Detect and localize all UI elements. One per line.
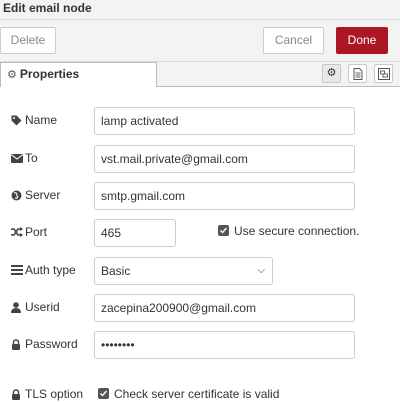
tray-toolbar: Delete Cancel Done [0, 20, 400, 62]
tab-properties-label: Properties [19, 67, 80, 81]
port-input[interactable]: 465 [94, 219, 176, 247]
globe-icon [11, 190, 24, 201]
tab-properties[interactable]: ⚙ Properties [0, 62, 157, 87]
appearance-tab-button[interactable] [374, 64, 393, 83]
to-input[interactable]: vst.mail.private@gmail.com [94, 145, 355, 173]
name-input[interactable]: lamp activated [94, 107, 355, 135]
object-group-icon [377, 67, 390, 80]
tag-icon [11, 115, 24, 126]
done-button[interactable]: Done [336, 27, 388, 54]
secure-connection-label: Use secure connection. [234, 224, 360, 238]
tls-option-label: TLS option [11, 387, 83, 401]
port-label: Port [11, 225, 47, 239]
checkmark-icon [220, 227, 228, 234]
checkmark-icon [100, 390, 108, 397]
to-label: To [11, 151, 38, 165]
chevron-down-icon: ⌵ [257, 265, 265, 276]
password-input[interactable]: •••••••• [94, 331, 355, 359]
lock-icon [11, 388, 24, 400]
user-icon [11, 301, 24, 313]
tab-bar: ⚙ Properties ⚙ [0, 62, 400, 87]
file-text-icon [353, 67, 362, 80]
password-label: Password [11, 337, 78, 351]
description-tab-button[interactable] [348, 64, 367, 83]
server-input[interactable]: smtp.gmail.com [94, 182, 355, 210]
tray-header: Edit email node [0, 0, 400, 20]
tls-verify-checkbox[interactable] [98, 388, 109, 399]
auth-type-label: Auth type [11, 263, 76, 277]
tray-title: Edit email node [3, 1, 92, 15]
lock-icon [11, 338, 24, 350]
cog-icon: ⚙ [7, 69, 17, 81]
list-icon [11, 265, 24, 275]
delete-button[interactable]: Delete [0, 27, 56, 54]
name-label: Name [11, 113, 57, 127]
random-icon [11, 227, 24, 237]
tls-verify-label: Check server certificate is valid [114, 387, 280, 401]
envelope-icon [11, 153, 24, 163]
auth-type-select[interactable]: Basic ⌵ [94, 257, 273, 285]
cancel-button[interactable]: Cancel [263, 27, 324, 54]
userid-label: Userid [11, 300, 60, 314]
userid-input[interactable]: zacepina200900@gmail.com [94, 294, 355, 322]
cog-icon: ⚙ [326, 67, 337, 79]
secure-connection-checkbox[interactable] [218, 225, 229, 236]
auth-type-value: Basic [101, 264, 131, 278]
settings-tab-button[interactable]: ⚙ [322, 64, 341, 83]
server-label: Server [11, 188, 60, 202]
